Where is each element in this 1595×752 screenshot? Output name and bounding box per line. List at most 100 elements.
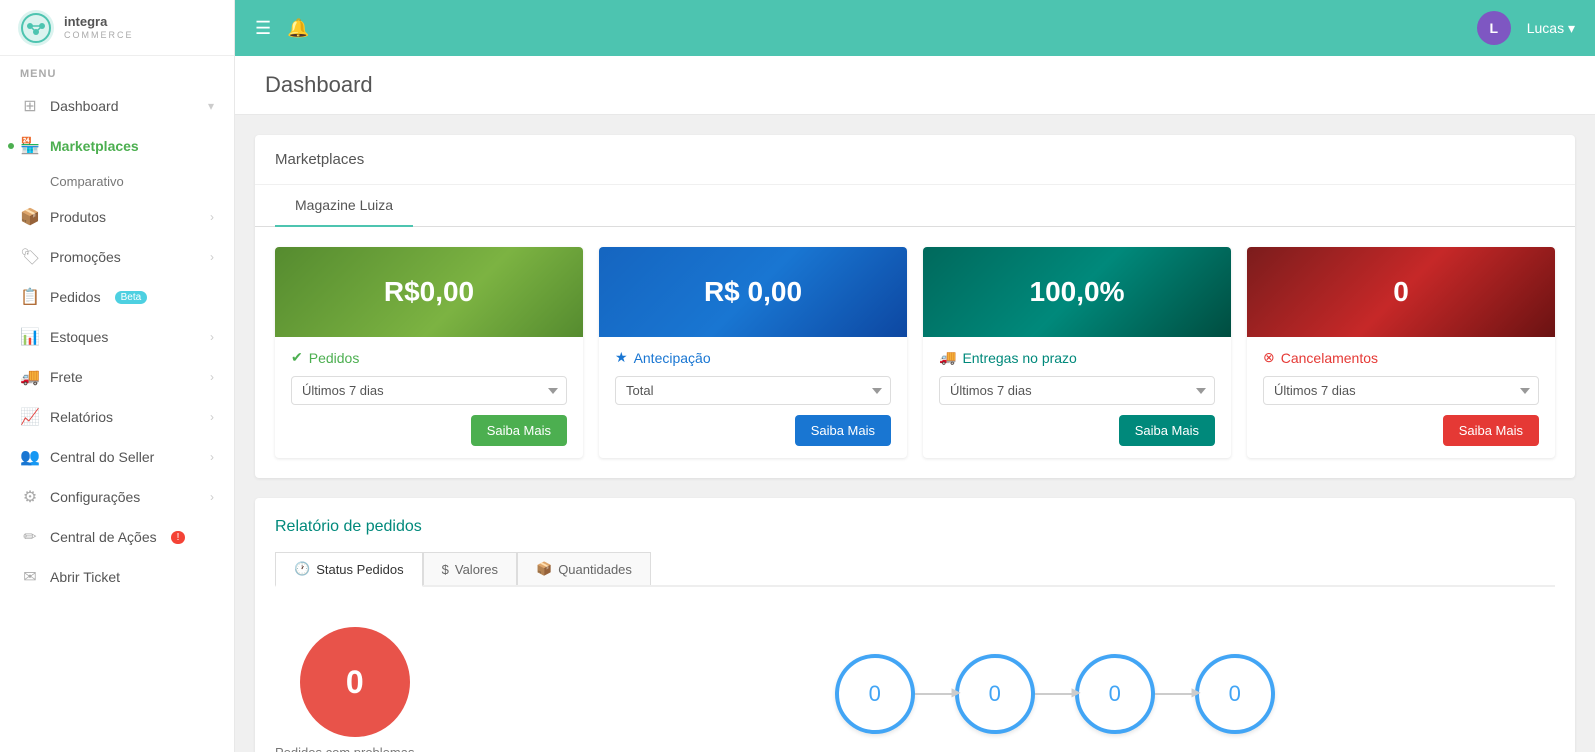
clock-icon: 🕐 <box>294 561 310 577</box>
topbar: ☰ 🔔 L Lucas ▾ <box>235 0 1595 56</box>
menu-label: MENU <box>0 56 234 86</box>
sidebar-item-frete[interactable]: 🚚 Frete › <box>0 357 234 397</box>
sidebar-label-frete: Frete <box>50 369 83 385</box>
metric-banner-pedidos: R$0,00 <box>275 247 583 337</box>
metric-card-pedidos: R$0,00 ✔ Pedidos Últimos 7 dias Últimos … <box>275 247 583 458</box>
logo: integra COMMERCE <box>0 0 234 56</box>
tab-status-pedidos[interactable]: 🕐 Status Pedidos <box>275 552 423 587</box>
sidebar-item-estoques[interactable]: 📊 Estoques › <box>0 317 234 357</box>
tab-quantidades[interactable]: 📦 Quantidades <box>517 552 651 585</box>
antecipacao-star-icon: ★ <box>615 349 628 366</box>
relatorio-title: Relatório de pedidos <box>275 518 1555 536</box>
sidebar-item-configuracoes[interactable]: ⚙ Configurações › <box>0 477 234 517</box>
sidebar-label-relatorios: Relatórios <box>50 409 113 425</box>
produtos-icon: 📦 <box>20 207 40 227</box>
metric-body-entregas: 🚚 Entregas no prazo Últimos 7 dias Últim… <box>923 337 1231 458</box>
chevron-down-icon: ▾ <box>208 99 214 113</box>
pedidos-check-icon: ✔ <box>291 349 303 366</box>
flow-circle-1: 0 <box>835 654 915 734</box>
promocoes-icon: 🏷 <box>20 247 40 267</box>
marketplaces-icon: 🏪 <box>20 136 40 156</box>
notification-bell-icon[interactable]: 🔔 <box>287 18 309 39</box>
flow-arrow-1 <box>915 693 955 695</box>
page-header: Dashboard <box>235 56 1595 115</box>
pedidos-beta-badge: Beta <box>115 291 148 304</box>
central-seller-icon: 👥 <box>20 447 40 467</box>
pedidos-saiba-mais-button[interactable]: Saiba Mais <box>471 415 567 446</box>
pedidos-label-row: ✔ Pedidos <box>291 349 567 366</box>
pedidos-value: R$0,00 <box>384 276 474 308</box>
sidebar-item-central-acoes[interactable]: ✏ Central de Ações ! <box>0 517 234 557</box>
tab-magazine-luiza[interactable]: Magazine Luiza <box>275 185 413 227</box>
chevron-right-icon-6: › <box>210 450 214 464</box>
tab-quantidades-label: Quantidades <box>558 562 632 577</box>
antecipacao-value: R$ 0,00 <box>704 276 802 308</box>
entregas-label-row: 🚚 Entregas no prazo <box>939 349 1215 366</box>
sidebar-label-marketplaces: Marketplaces <box>50 138 139 154</box>
sidebar-item-produtos[interactable]: 📦 Produtos › <box>0 197 234 237</box>
cancelamentos-period-select[interactable]: Últimos 7 dias Últimos 30 dias Últimos 9… <box>1263 376 1539 405</box>
box-icon: 📦 <box>536 561 552 577</box>
pedidos-label: Pedidos <box>309 350 360 366</box>
flow-arrow-2 <box>1035 693 1075 695</box>
sidebar-label-dashboard: Dashboard <box>50 98 119 114</box>
big-circle-problemas: 0 <box>300 627 410 737</box>
entregas-saiba-mais-button[interactable]: Saiba Mais <box>1119 415 1215 446</box>
marketplace-tabs: Magazine Luiza <box>255 185 1575 227</box>
cancelamentos-saiba-mais-button[interactable]: Saiba Mais <box>1443 415 1539 446</box>
configuracoes-icon: ⚙ <box>20 487 40 507</box>
cancelamentos-label-row: ⊗ Cancelamentos <box>1263 349 1539 366</box>
pedidos-period-select[interactable]: Últimos 7 dias Últimos 30 dias Últimos 9… <box>291 376 567 405</box>
antecipacao-saiba-mais-button[interactable]: Saiba Mais <box>795 415 891 446</box>
big-circle-label: Pedidos com problemas <box>275 745 414 752</box>
sidebar-item-comparativo[interactable]: Comparativo <box>0 166 234 197</box>
sidebar-item-pedidos[interactable]: 📋 Pedidos Beta <box>0 277 234 317</box>
abrir-ticket-icon: ✉ <box>20 567 40 587</box>
menu-hamburger-icon[interactable]: ☰ <box>255 18 271 39</box>
chevron-right-icon-7: › <box>210 490 214 504</box>
sidebar-label-pedidos: Pedidos <box>50 289 101 305</box>
tab-status-label: Status Pedidos <box>316 562 403 577</box>
flow-circle-4: 0 <box>1195 654 1275 734</box>
main-content: ☰ 🔔 L Lucas ▾ Dashboard Marketplaces Mag… <box>235 0 1595 752</box>
sidebar-item-promocoes[interactable]: 🏷 Promoções › <box>0 237 234 277</box>
entregas-label: Entregas no prazo <box>962 350 1076 366</box>
page-title: Dashboard <box>265 72 1565 98</box>
sidebar-item-abrir-ticket[interactable]: ✉ Abrir Ticket <box>0 557 234 597</box>
antecipacao-label-row: ★ Antecipação <box>615 349 891 366</box>
sidebar-label-comparativo: Comparativo <box>50 174 124 189</box>
metric-card-entregas: 100,0% 🚚 Entregas no prazo Últimos 7 dia… <box>923 247 1231 458</box>
sidebar-label-produtos: Produtos <box>50 209 106 225</box>
user-menu[interactable]: Lucas ▾ <box>1527 20 1575 37</box>
antecipacao-label: Antecipação <box>634 350 711 366</box>
entregas-period-select[interactable]: Últimos 7 dias Últimos 30 dias Últimos 9… <box>939 376 1215 405</box>
chevron-right-icon-5: › <box>210 410 214 424</box>
central-acoes-icon: ✏ <box>20 527 40 547</box>
sidebar: integra COMMERCE MENU ⊞ Dashboard ▾ 🏪 Ma… <box>0 0 235 752</box>
tab-valores[interactable]: $ Valores <box>423 552 517 585</box>
chevron-right-icon: › <box>210 210 214 224</box>
dashboard-icon: ⊞ <box>20 96 40 116</box>
sidebar-item-central-seller[interactable]: 👥 Central do Seller › <box>0 437 234 477</box>
sidebar-label-estoques: Estoques <box>50 329 108 345</box>
central-acoes-badge: ! <box>171 531 186 544</box>
sidebar-item-marketplaces[interactable]: 🏪 Marketplaces <box>0 126 234 166</box>
pedidos-icon: 📋 <box>20 287 40 307</box>
sidebar-label-central-acoes: Central de Ações <box>50 529 157 545</box>
sidebar-label-configuracoes: Configurações <box>50 489 140 505</box>
chevron-right-icon-4: › <box>210 370 214 384</box>
metric-body-cancelamentos: ⊗ Cancelamentos Últimos 7 dias Últimos 3… <box>1247 337 1555 458</box>
relatorio-card: Relatório de pedidos 🕐 Status Pedidos $ … <box>255 498 1575 752</box>
sidebar-item-dashboard[interactable]: ⊞ Dashboard ▾ <box>0 86 234 126</box>
content-area: Dashboard Marketplaces Magazine Luiza R$… <box>235 56 1595 752</box>
sidebar-item-relatorios[interactable]: 📈 Relatórios › <box>0 397 234 437</box>
antecipacao-period-select[interactable]: Total Últimos 7 dias Últimos 30 dias <box>615 376 891 405</box>
entregas-value: 100,0% <box>1030 276 1125 308</box>
sidebar-navigation: MENU ⊞ Dashboard ▾ 🏪 Marketplaces Compar… <box>0 56 234 752</box>
metric-card-antecipacao: R$ 0,00 ★ Antecipação Total Últimos 7 di… <box>599 247 907 458</box>
dollar-icon: $ <box>442 562 449 577</box>
flow-circle-3: 0 <box>1075 654 1155 734</box>
chart-area: 0 Pedidos com problemas 0 0 0 0 <box>275 607 1555 752</box>
frete-icon: 🚚 <box>20 367 40 387</box>
sidebar-label-promocoes: Promoções <box>50 249 121 265</box>
